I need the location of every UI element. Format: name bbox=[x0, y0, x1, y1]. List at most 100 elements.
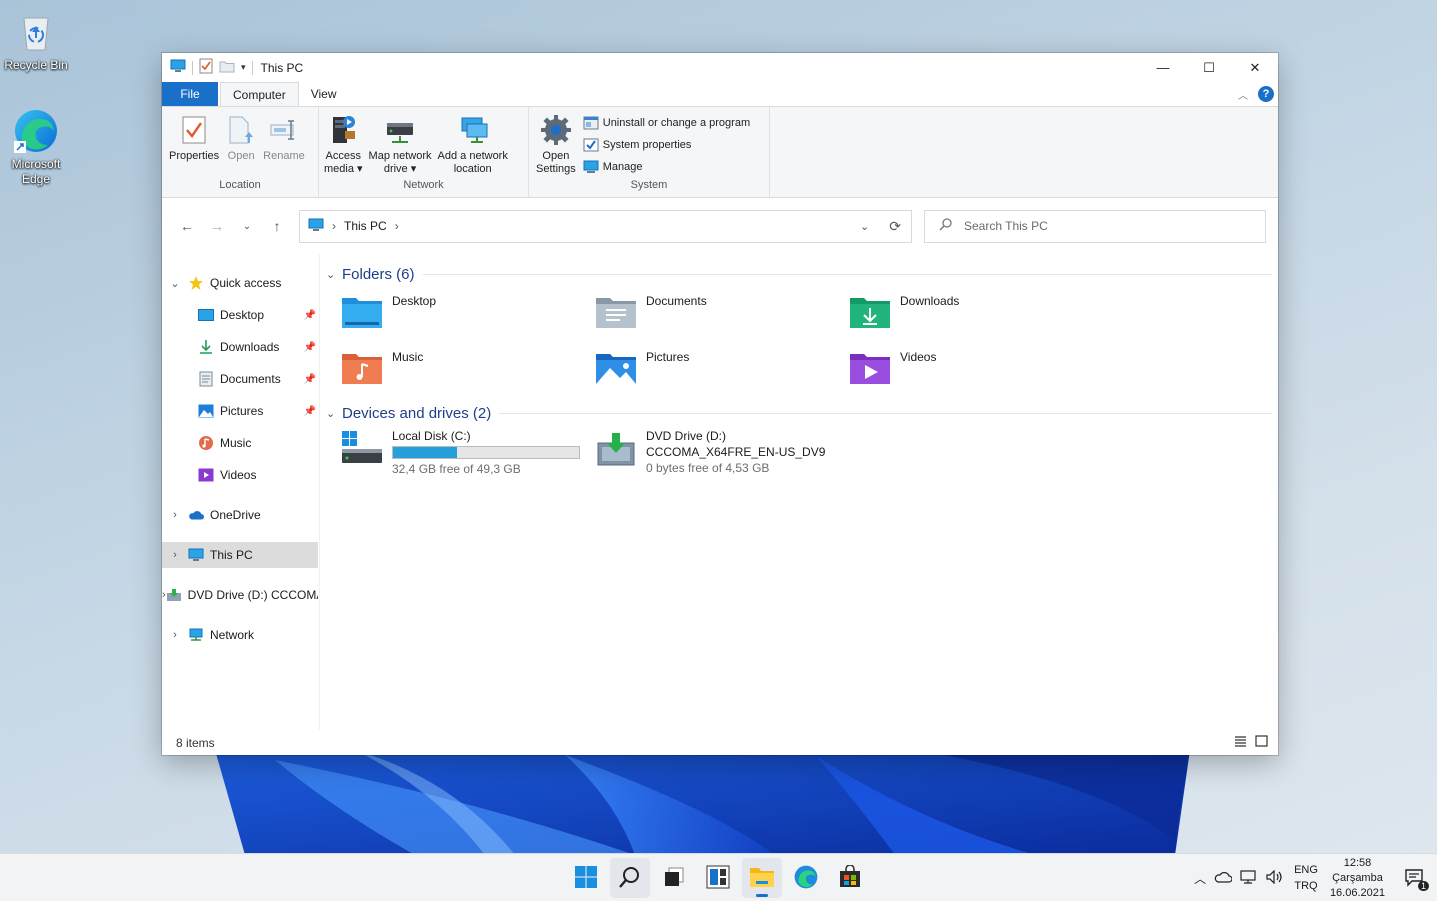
input-language-indicator[interactable]: ENG TRQ bbox=[1294, 862, 1318, 894]
forward-arrow-icon: → bbox=[210, 218, 224, 234]
drives-section-header[interactable]: ⌄ Devices and drives (2) bbox=[326, 403, 1272, 423]
chevron-right-icon[interactable]: › bbox=[332, 219, 336, 233]
folder-tile-music[interactable]: Music bbox=[340, 350, 423, 386]
folders-section-header[interactable]: ⌄ Folders (6) bbox=[326, 264, 1272, 284]
help-icon[interactable]: ? bbox=[1258, 86, 1274, 102]
add-location-label-2: location bbox=[453, 163, 492, 175]
forward-button[interactable]: → bbox=[202, 211, 232, 241]
up-arrow-icon: ↑ bbox=[273, 218, 281, 234]
nav-item-music[interactable]: Music bbox=[162, 430, 318, 456]
manage-button[interactable]: Manage bbox=[583, 158, 750, 175]
media-server-icon bbox=[327, 113, 359, 147]
volume-icon[interactable] bbox=[1266, 869, 1284, 887]
show-hidden-icons-chevron-up-icon[interactable]: ︿ bbox=[1194, 870, 1206, 887]
notification-count-badge: 1 bbox=[1417, 881, 1429, 891]
tab-view[interactable]: View bbox=[299, 82, 349, 106]
nav-item-videos[interactable]: Videos bbox=[162, 462, 318, 488]
nav-label: Downloads bbox=[220, 340, 280, 354]
nav-item-pictures[interactable]: Pictures 📌 bbox=[162, 398, 318, 424]
minimize-ribbon-icon[interactable]: ︿ bbox=[1238, 87, 1248, 102]
nav-quick-access[interactable]: ⌄ Quick access bbox=[162, 270, 318, 296]
maximize-button[interactable]: ☐ bbox=[1186, 53, 1232, 82]
chevron-right-icon[interactable]: › bbox=[162, 549, 188, 561]
ribbon-tabs: File Computer View ︿ ? bbox=[162, 82, 1278, 106]
open-settings-button[interactable]: Open Settings bbox=[533, 111, 579, 179]
recent-locations-button[interactable]: ⌄ bbox=[232, 211, 262, 241]
nav-this-pc[interactable]: › This PC bbox=[162, 542, 318, 568]
properties-qat-icon[interactable] bbox=[199, 58, 213, 77]
nav-item-documents[interactable]: Documents 📌 bbox=[162, 366, 318, 392]
onedrive-cloud-icon[interactable] bbox=[1214, 871, 1233, 886]
tab-file[interactable]: File bbox=[162, 82, 218, 106]
desktop-icon-edge[interactable]: Microsoft Edge bbox=[0, 107, 72, 187]
breadcrumb-this-pc[interactable]: This PC bbox=[344, 219, 387, 233]
new-folder-qat-icon[interactable] bbox=[219, 60, 235, 76]
search-input[interactable]: Search This PC bbox=[924, 209, 1266, 243]
system-properties-button[interactable]: System properties bbox=[583, 136, 750, 153]
file-explorer-icon bbox=[749, 865, 775, 892]
up-button[interactable]: ↑ bbox=[262, 211, 292, 241]
edge-taskbar-button[interactable] bbox=[786, 858, 826, 898]
details-view-icon[interactable] bbox=[1234, 735, 1247, 750]
chevron-right-icon[interactable]: › bbox=[395, 219, 399, 233]
chevron-down-icon[interactable]: ⌄ bbox=[162, 277, 188, 290]
document-icon bbox=[198, 371, 214, 387]
widgets-button[interactable] bbox=[698, 858, 738, 898]
nav-network[interactable]: › Network bbox=[162, 622, 318, 648]
ribbon: Properties Open Rename Location Access m… bbox=[162, 106, 1278, 198]
chevron-down-icon[interactable]: ⌄ bbox=[326, 268, 342, 281]
search-placeholder: Search This PC bbox=[964, 219, 1048, 233]
add-network-location-button[interactable]: Add a network location bbox=[435, 111, 511, 179]
pin-icon[interactable]: 📌 bbox=[304, 374, 316, 385]
folder-tile-videos[interactable]: Videos bbox=[848, 350, 936, 386]
rename-button[interactable]: Rename bbox=[260, 111, 308, 179]
pin-icon[interactable]: 📌 bbox=[304, 310, 316, 321]
nav-onedrive[interactable]: › OneDrive bbox=[162, 502, 318, 528]
customize-qat-icon[interactable]: ▾ bbox=[241, 62, 246, 73]
pin-icon[interactable]: 📌 bbox=[304, 342, 316, 353]
clock[interactable]: 12:58 Çarşamba 16.06.2021 bbox=[1330, 856, 1385, 901]
chevron-right-icon[interactable]: › bbox=[162, 509, 188, 521]
start-button[interactable] bbox=[566, 858, 606, 898]
drive-usage-fill bbox=[393, 447, 457, 458]
videos-folder-icon bbox=[848, 350, 892, 386]
map-network-drive-button[interactable]: Map network drive ▾ bbox=[366, 111, 435, 179]
large-icons-view-icon[interactable] bbox=[1255, 735, 1268, 750]
dvd-drive-icon bbox=[166, 587, 182, 603]
close-button[interactable]: ✕ bbox=[1232, 53, 1278, 82]
address-dropdown-icon[interactable]: ⌄ bbox=[860, 220, 869, 233]
notification-center-button[interactable]: 1 bbox=[1399, 863, 1429, 893]
store-taskbar-button[interactable] bbox=[830, 858, 870, 898]
open-button[interactable]: Open bbox=[222, 111, 260, 179]
desktop-icon-recycle-bin[interactable]: Recycle Bin bbox=[0, 8, 72, 73]
folder-tile-pictures[interactable]: Pictures bbox=[594, 350, 689, 386]
address-bar[interactable]: › This PC › ⌄ ⟳ bbox=[299, 209, 912, 243]
documents-folder-icon bbox=[594, 294, 638, 330]
minimize-button[interactable]: — bbox=[1140, 53, 1186, 82]
search-taskbar-button[interactable] bbox=[610, 858, 650, 898]
drive-tile-c[interactable]: Local Disk (C:) 32,4 GB free of 49,3 GB bbox=[340, 429, 580, 476]
map-drive-label-2: drive ▾ bbox=[383, 163, 417, 175]
ribbon-group-system: Open Settings Uninstall or change a prog… bbox=[529, 107, 770, 197]
network-status-icon[interactable] bbox=[1240, 869, 1258, 887]
properties-label: Properties bbox=[169, 150, 220, 162]
tab-computer[interactable]: Computer bbox=[220, 82, 299, 106]
folder-tile-desktop[interactable]: Desktop bbox=[340, 294, 436, 330]
folder-tile-documents[interactable]: Documents bbox=[594, 294, 707, 330]
chevron-down-icon[interactable]: ⌄ bbox=[326, 407, 342, 420]
nav-dvd-drive[interactable]: › DVD Drive (D:) CCCOMA_X64FRE_EN-US_DV9 bbox=[162, 582, 318, 608]
chevron-right-icon[interactable]: › bbox=[162, 629, 188, 641]
task-view-button[interactable] bbox=[654, 858, 694, 898]
nav-item-desktop[interactable]: Desktop 📌 bbox=[162, 302, 318, 328]
refresh-icon[interactable]: ⟳ bbox=[889, 218, 901, 235]
drive-tile-d[interactable]: DVD Drive (D:) CCCOMA_X64FRE_EN-US_DV9 0… bbox=[594, 429, 825, 475]
properties-button[interactable]: Properties bbox=[166, 111, 222, 179]
uninstall-program-button[interactable]: Uninstall or change a program bbox=[583, 114, 750, 131]
pin-icon[interactable]: 📌 bbox=[304, 406, 316, 417]
folder-tile-downloads[interactable]: Downloads bbox=[848, 294, 959, 330]
pictures-folder-icon bbox=[594, 350, 638, 386]
nav-item-downloads[interactable]: Downloads 📌 bbox=[162, 334, 318, 360]
file-explorer-taskbar-button[interactable] bbox=[742, 858, 782, 898]
access-media-button[interactable]: Access media ▾ bbox=[321, 111, 366, 179]
back-button[interactable]: ← bbox=[172, 211, 202, 241]
